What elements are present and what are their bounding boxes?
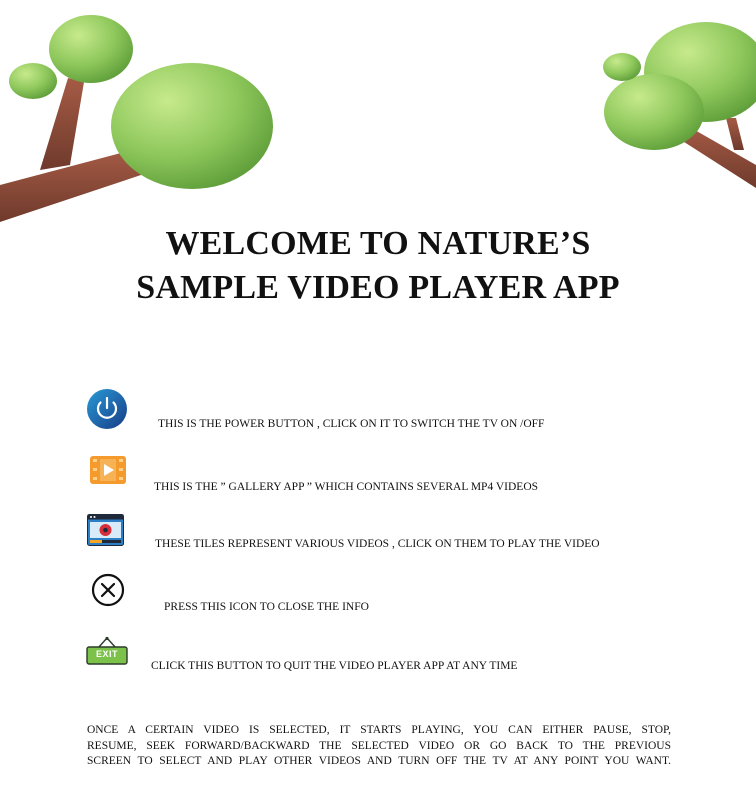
page-title-line-1: WELCOME TO NATURE’S (165, 225, 591, 262)
gallery-app-icon (90, 456, 126, 484)
exit-sign-label: EXIT (95, 649, 118, 659)
close-info-description: PRESS THIS ICON TO CLOSE THE INFO (164, 601, 369, 613)
page-title-line-2: SAMPLE VIDEO PLAYER APP (136, 269, 620, 306)
closing-paragraph: ONCE A CERTAIN VIDEO IS SELECTED, IT STA… (87, 723, 671, 770)
closing-line-2: RESUME, SEEK FORWARD/BACKWARD THE SELECT… (87, 739, 671, 752)
tree-branch-right-decoration (603, 22, 756, 188)
closing-line-3: SCREEN TO SELECT AND PLAY OTHER VIDEOS A… (87, 755, 671, 767)
gallery-app-description: THIS IS THE ” GALLERY APP ” WHICH CONTAI… (154, 481, 539, 493)
power-button-description: THIS IS THE POWER BUTTON , CLICK ON IT T… (158, 418, 545, 430)
close-icon (91, 573, 125, 607)
closing-line-1: ONCE A CERTAIN VIDEO IS SELECTED, IT STA… (87, 724, 671, 736)
exit-button-description: CLICK THIS BUTTON TO QUIT THE VIDEO PLAY… (151, 660, 518, 672)
video-tile-icon (87, 514, 124, 546)
video-tiles-description: THESE TILES REPRESENT VARIOUS VIDEOS , C… (155, 538, 600, 550)
page-title: WELCOME TO NATURE’S SAMPLE VIDEO PLAYER … (0, 222, 756, 310)
tree-branch-left-decoration (0, 15, 273, 222)
power-icon (87, 389, 127, 429)
exit-sign-icon: EXIT (86, 636, 128, 666)
